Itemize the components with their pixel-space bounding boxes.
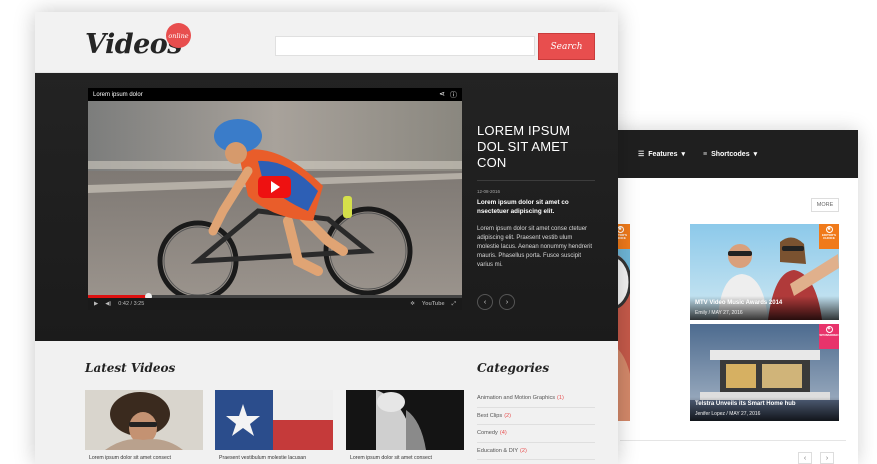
video-thumbnail[interactable] [85,390,203,450]
carousel-arrows: ‹ › [477,294,595,310]
video-thumbnail[interactable] [215,390,333,450]
nav-item-features[interactable]: ☰ Features ▾ [638,150,685,159]
texas-flag-photo [215,390,333,450]
divider [477,180,595,181]
fullscreen-icon[interactable]: ⤢ [452,301,456,308]
share-icon[interactable]: ⋖ [439,90,445,100]
logo-badge: online [166,23,191,48]
video-player[interactable]: Lorem ipsum dolor ⋖ ⓘ ▶ ◀) 0:42 / 3:25 ✲… [88,88,462,310]
trophy-icon: ✦ [825,326,833,333]
video-caption[interactable]: Lorem ipsum dolor sit amet consect [350,455,432,461]
chevron-down-icon: ▾ [681,151,685,158]
category-item[interactable]: Education & DIY (2) [477,443,595,460]
star-icon: ★ [825,226,833,233]
article-card[interactable]: ★ EDITOR'S CHOICE MTV Video Music Awards… [690,224,839,320]
curly-hair-man-photo [85,390,203,450]
play-icon[interactable]: ▶ [94,301,98,307]
search-input[interactable] [275,36,535,56]
youtube-logo[interactable]: YouTube [422,301,445,307]
card-title[interactable]: Telstra Unveils its Smart Home hub [695,401,834,408]
category-list: Animation and Motion Graphics (1) Best Cl… [477,390,595,460]
card-meta: Emily / MAY 27, 2016 [695,310,834,316]
category-count: (2) [504,412,512,419]
volume-icon[interactable]: ◀) [105,301,111,307]
play-button[interactable] [258,176,291,198]
card-title[interactable]: MTV Video Music Awards 2014 [695,300,834,307]
category-item[interactable]: Best Clips (2) [477,408,595,425]
site-header: Videos online Search [35,12,618,73]
divider [620,440,846,441]
carousel-next-button[interactable]: › [499,294,515,310]
category-item[interactable]: Comedy (4) [477,425,595,443]
screenshot-stage: ☰ Features ▾ ≡ Shortcodes ▾ MORE ★ EDITO… [0,0,877,464]
card-author[interactable]: Emily [695,310,707,316]
pager-next-button[interactable]: › [820,452,834,464]
search-button[interactable]: Search [538,33,595,60]
card-date: MAY 27, 2016 [711,310,743,316]
secondary-page-preview: ☰ Features ▾ ≡ Shortcodes ▾ MORE ★ EDITO… [590,130,858,464]
featured-title[interactable]: LOREM IPSUM DOL SIT AMET CON [477,123,595,171]
player-top-icons: ⋖ ⓘ [439,90,457,100]
play-icon [271,181,280,193]
featured-body: Lorem ipsum dolor sit amet conse ctetuer… [477,226,593,268]
category-item[interactable]: Animation and Motion Graphics (1) [477,390,595,408]
latest-videos-heading: Latest Videos [85,361,176,375]
categories-heading: Categories [477,361,550,375]
category-count: (2) [520,447,527,454]
carousel-prev-button[interactable]: ‹ [477,294,493,310]
category-count: (4) [499,430,507,437]
category-count: (1) [557,395,564,402]
featured-date: 12-08-2016 [477,189,501,194]
more-button[interactable]: MORE [811,198,839,212]
featured-hero: Lorem ipsum dolor ⋖ ⓘ ▶ ◀) 0:42 / 3:25 ✲… [35,73,618,341]
featured-details: LOREM IPSUM DOL SIT AMET CON 12-08-2016 … [477,123,595,310]
card-caption: MTV Video Music Awards 2014 Emily / MAY … [690,295,839,320]
nav-label: Shortcodes [711,150,750,158]
chevron-down-icon: ▾ [753,151,758,158]
featured-subtitle: Lorem ipsum dolor sit amet co nsectetuer… [477,199,569,215]
article-card[interactable]: ✦ SPONSORED Telstra Unveils its Smart Ho… [690,324,839,421]
player-title-bar: Lorem ipsum dolor ⋖ ⓘ [88,88,462,101]
player-controls: ▶ ◀) 0:42 / 3:25 ✲ YouTube ⤢ [88,298,462,310]
content-section: Latest Videos Lorem ipsum dolor sit amet… [35,341,618,464]
nav-label: Features [648,150,678,158]
card-date: MAY 27, 2016 [729,411,761,417]
menu-icon: ☰ [638,151,645,158]
nav-item-shortcodes[interactable]: ≡ Shortcodes ▾ [702,150,758,159]
pager-prev-button[interactable]: ‹ [798,452,812,464]
card-caption: Telstra Unveils its Smart Home hub Jenif… [690,396,839,421]
card-author[interactable]: Jenifer Lopez [695,411,725,417]
settings-icon[interactable]: ✲ [410,301,415,307]
video-thumbnail[interactable] [346,390,464,450]
secondary-nav-bar: ☰ Features ▾ ≡ Shortcodes ▾ [590,130,858,178]
card-meta: Jenifer Lopez / MAY 27, 2016 [695,411,834,417]
info-icon[interactable]: ⓘ [450,90,457,100]
video-caption[interactable]: Lorem ipsum dolor sit amet consect [89,455,171,461]
sponsored-badge: ✦ SPONSORED [819,324,839,349]
time-display: 0:42 / 3:25 [118,301,145,307]
database-icon: ≡ [702,150,708,158]
woman-portrait-photo [346,390,464,450]
main-page-preview: Videos online Search Lorem ipsum dolor ⋖… [35,12,618,464]
video-title[interactable]: Lorem ipsum dolor [93,92,143,98]
cyclist-video-frame [88,101,462,295]
editors-choice-badge: ★ EDITOR'S CHOICE [819,224,839,249]
video-caption[interactable]: Praesent vestibulum molestie lacusan [219,455,306,461]
